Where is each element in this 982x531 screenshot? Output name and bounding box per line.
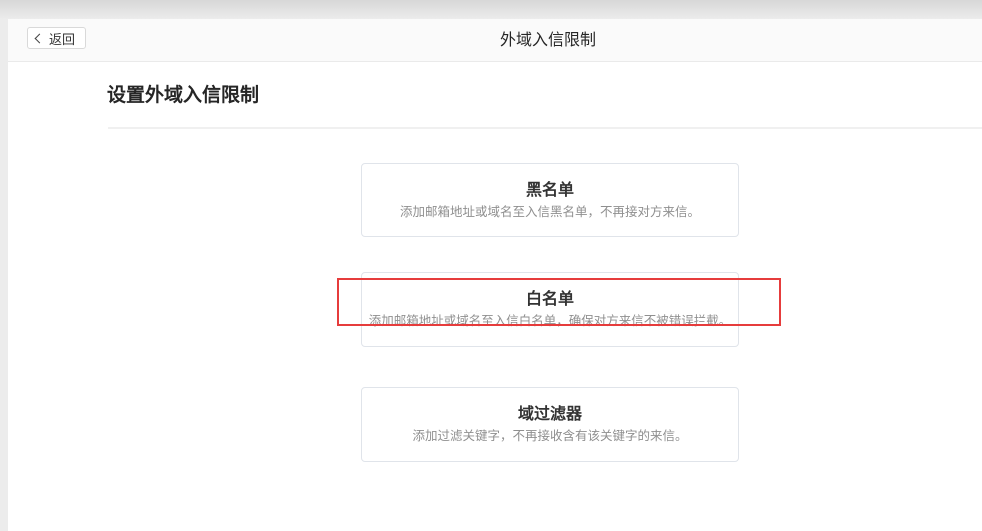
page-title: 外域入信限制 [500, 19, 596, 62]
top-shadow-band [0, 0, 982, 19]
back-button[interactable]: 返回 [27, 27, 86, 49]
back-button-label: 返回 [49, 29, 75, 48]
blacklist-card[interactable]: 黑名单 添加邮箱地址或域名至入信黑名单，不再接对方来信。 [361, 163, 739, 237]
blacklist-card-title: 黑名单 [362, 182, 738, 199]
domain-filter-card-description: 添加过滤关键字，不再接收含有该关键字的来信。 [362, 428, 738, 444]
panel-header: 返回 外域入信限制 [8, 19, 982, 62]
section-heading: 设置外域入信限制 [107, 84, 259, 108]
whitelist-card-description: 添加邮箱地址或域名至入信白名单，确保对方来信不被错误拦截。 [362, 313, 738, 329]
whitelist-card-title: 白名单 [362, 291, 738, 308]
whitelist-card[interactable]: 白名单 添加邮箱地址或域名至入信白名单，确保对方来信不被错误拦截。 [361, 272, 739, 347]
chevron-left-icon [35, 34, 45, 44]
section-divider [108, 127, 982, 129]
domain-filter-card[interactable]: 域过滤器 添加过滤关键字，不再接收含有该关键字的来信。 [361, 387, 739, 462]
blacklist-card-description: 添加邮箱地址或域名至入信黑名单，不再接对方来信。 [362, 204, 738, 220]
domain-filter-card-title: 域过滤器 [362, 406, 738, 423]
settings-panel: 返回 外域入信限制 设置外域入信限制 黑名单 添加邮箱地址或域名至入信黑名单，不… [8, 19, 982, 531]
